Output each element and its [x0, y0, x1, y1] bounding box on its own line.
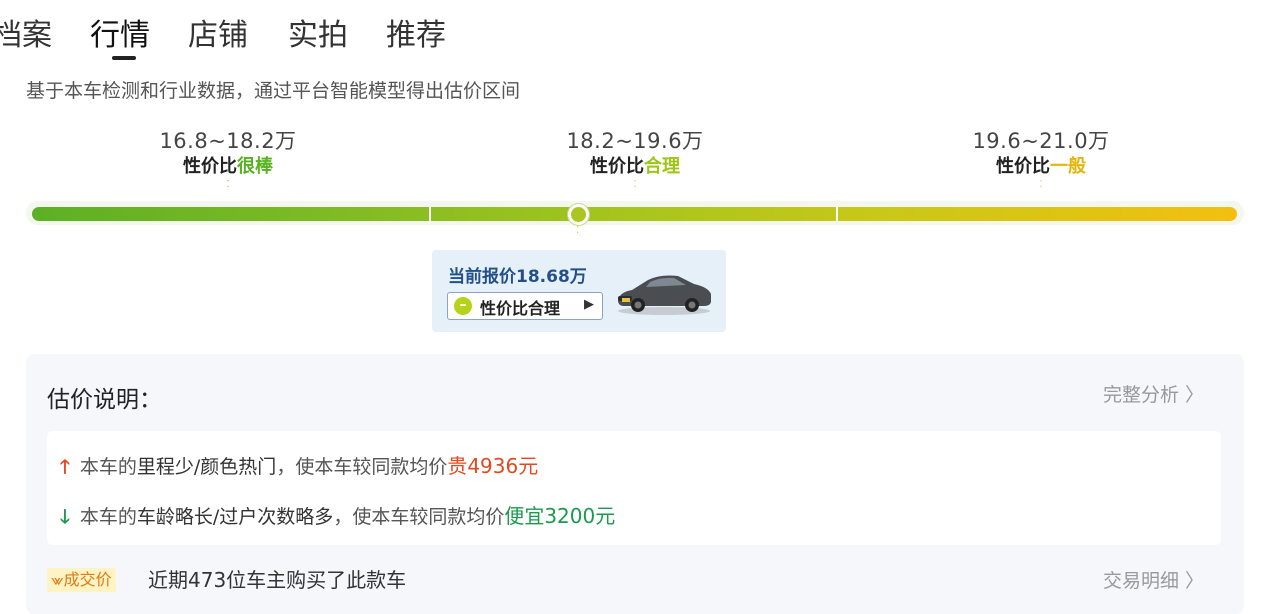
connector-dots: ⁚: [1039, 179, 1043, 190]
range-label: 性价比很棒: [183, 156, 273, 177]
chevron-right-icon: 〉: [1185, 384, 1205, 406]
rating-face-icon: –: [454, 297, 472, 315]
connector-dots: ⁚: [226, 179, 230, 190]
page-subtitle: 基于本车检测和行业数据，通过平台智能模型得出估价区间: [26, 80, 521, 102]
range-label: 性价比一般: [996, 156, 1086, 177]
range-label: 性价比合理: [590, 156, 680, 177]
full-analysis-link[interactable]: 完整分析〉: [1103, 380, 1204, 407]
play-arrow-icon: ▶: [584, 297, 594, 312]
marker-connector-dots: ⁚: [576, 225, 580, 236]
value-rating-label: 性价比合理: [480, 299, 561, 318]
range-price: 19.6~21.0万: [972, 129, 1110, 153]
transaction-details-link[interactable]: 交易明细〉: [1103, 566, 1204, 593]
tab-market[interactable]: 行情: [90, 14, 150, 58]
panel-title: 估价说明：: [47, 387, 162, 413]
current-price-text: 当前报价18.68万: [448, 267, 587, 287]
chevron-right-icon: 〉: [1185, 570, 1205, 592]
reason-item-up: 🡑 本车的里程少/颜色热门，使本车较同款均价贵4936元: [60, 454, 539, 478]
reason-item-down: 🡓 本车的车龄略长/过户次数略多，使本车较同款均价便宜3200元: [60, 504, 616, 528]
current-price-marker: [568, 204, 589, 225]
active-tab-indicator: [112, 56, 136, 60]
arrow-down-icon: 🡓: [60, 506, 70, 528]
arrow-up-icon: 🡑: [60, 456, 70, 478]
tab-recommend[interactable]: 推荐: [386, 14, 446, 58]
price-gradient-bar: [32, 207, 1237, 221]
recent-buyers-text: 近期473位车主购买了此款车: [148, 568, 407, 592]
connector-dots: ⁚: [633, 179, 637, 190]
deal-price-badge: ⩖成交价: [47, 568, 116, 592]
range-price: 18.2~19.6万: [566, 129, 704, 153]
price-range-fair: 18.2~19.6万 性价比合理 ⁚: [485, 128, 785, 190]
bar-divider: [836, 207, 838, 221]
tab-store[interactable]: 店铺: [188, 14, 248, 58]
tab-photos[interactable]: 实拍: [288, 14, 348, 58]
bar-divider: [429, 207, 431, 221]
price-range-good: 16.8~18.2万 性价比很棒 ⁚: [78, 128, 378, 190]
price-range-average: 19.6~21.0万 性价比一般 ⁚: [891, 128, 1191, 190]
tab-archive[interactable]: 档案: [0, 14, 52, 58]
car-thumbnail-icon: [618, 275, 711, 315]
range-price: 16.8~18.2万: [159, 129, 297, 153]
tag-icon: ⩖: [51, 570, 64, 589]
